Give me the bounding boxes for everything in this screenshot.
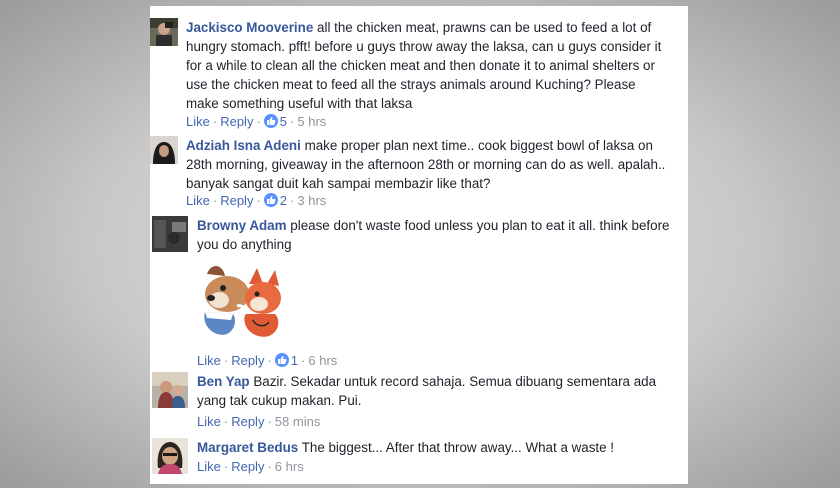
comments-panel: Jackisco Mooverine all the chicken meat,… xyxy=(150,6,688,484)
separator: · xyxy=(290,193,295,208)
comment-author[interactable]: Margaret Bedus xyxy=(197,440,298,455)
comment-item: Margaret Bedus The biggest... After that… xyxy=(150,434,688,484)
avatar[interactable] xyxy=(152,216,188,252)
comment-author[interactable]: Browny Adam xyxy=(197,218,287,233)
avatar[interactable] xyxy=(152,438,188,474)
comment-time[interactable]: 6 hrs xyxy=(308,353,337,368)
reply-link[interactable]: Reply xyxy=(220,193,253,208)
comment-actions: Like · Reply · 2 · 3 hrs xyxy=(186,193,326,209)
comment-actions: Like · Reply · 6 hrs xyxy=(197,459,304,475)
separator: · xyxy=(223,414,229,429)
like-link[interactable]: Like xyxy=(197,414,221,429)
comment-author[interactable]: Adziah Isna Adeni xyxy=(186,138,301,153)
avatar[interactable] xyxy=(150,18,178,46)
like-link[interactable]: Like xyxy=(186,114,210,129)
comment-author[interactable]: Jackisco Mooverine xyxy=(186,20,313,35)
avatar[interactable] xyxy=(152,372,188,408)
comment-time[interactable]: 3 hrs xyxy=(297,193,326,208)
reaction-count[interactable]: 5 xyxy=(280,114,287,129)
sticker-image xyxy=(197,254,287,344)
comment-text: Bazir. Sekadar untuk record sahaja. Semu… xyxy=(197,374,657,408)
separator: · xyxy=(267,459,272,474)
separator: · xyxy=(267,353,272,368)
reply-link[interactable]: Reply xyxy=(231,353,264,368)
separator: · xyxy=(290,114,295,129)
comment-item: Adziah Isna Adeni make proper plan next … xyxy=(150,132,688,212)
comment-actions: Like · Reply · 58 mins xyxy=(197,414,320,430)
separator: · xyxy=(223,459,229,474)
separator: · xyxy=(256,193,261,208)
thumbs-up-icon[interactable] xyxy=(263,114,278,128)
comment-time[interactable]: 58 mins xyxy=(275,414,321,429)
like-link[interactable]: Like xyxy=(197,353,221,368)
comment-body: Jackisco Mooverine all the chicken meat,… xyxy=(186,18,672,113)
comment-item: Ben Yap Bazir. Sekadar untuk record saha… xyxy=(150,368,688,438)
comment-time[interactable]: 6 hrs xyxy=(275,459,304,474)
comment-time[interactable]: 5 hrs xyxy=(297,114,326,129)
thumbs-up-icon[interactable] xyxy=(263,193,278,207)
comment-actions: Like · Reply · 1 · 6 hrs xyxy=(197,353,337,369)
like-link[interactable]: Like xyxy=(186,193,210,208)
reply-link[interactable]: Reply xyxy=(220,114,253,129)
dog-and-fox-hug-sticker xyxy=(204,265,281,337)
comment-actions: Like · Reply · 5 · 5 hrs xyxy=(186,114,326,130)
separator: · xyxy=(223,353,229,368)
separator: · xyxy=(212,193,218,208)
comment-body: Margaret Bedus The biggest... After that… xyxy=(197,438,673,457)
comment-body: Adziah Isna Adeni make proper plan next … xyxy=(186,136,672,193)
like-link[interactable]: Like xyxy=(197,459,221,474)
comment-body: Browny Adam please don't waste food unle… xyxy=(197,216,673,254)
reaction-count[interactable]: 1 xyxy=(291,353,298,368)
avatar[interactable] xyxy=(150,136,178,164)
comment-body: Ben Yap Bazir. Sekadar untuk record saha… xyxy=(197,372,673,410)
thumbs-up-icon[interactable] xyxy=(274,353,289,367)
separator: · xyxy=(212,114,218,129)
separator: · xyxy=(267,414,272,429)
separator: · xyxy=(301,353,306,368)
comment-author[interactable]: Ben Yap xyxy=(197,374,250,389)
separator: · xyxy=(256,114,261,129)
comment-item: Browny Adam please don't waste food unle… xyxy=(150,212,688,372)
comment-item: Jackisco Mooverine all the chicken meat,… xyxy=(150,12,688,132)
reply-link[interactable]: Reply xyxy=(231,414,264,429)
reaction-count[interactable]: 2 xyxy=(280,193,287,208)
comment-text: The biggest... After that throw away... … xyxy=(301,440,615,455)
reply-link[interactable]: Reply xyxy=(231,459,264,474)
